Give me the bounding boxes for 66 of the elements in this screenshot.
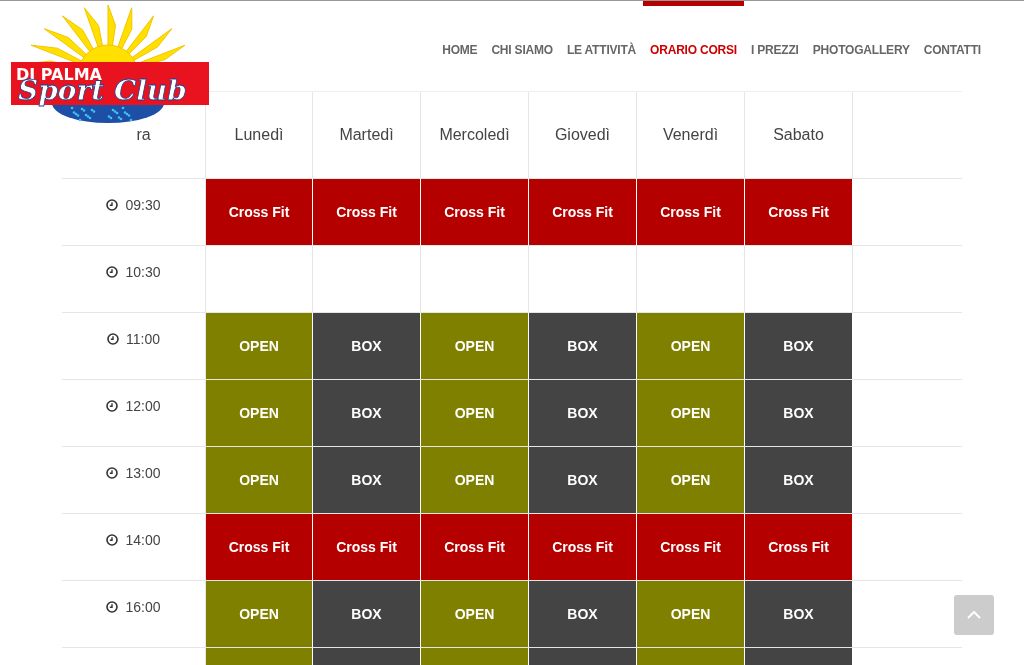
day-heading: Martedì bbox=[339, 126, 394, 144]
column-heading: ra bbox=[136, 126, 151, 144]
class-slot: BOX bbox=[529, 447, 637, 513]
class-slot: Cross Fit bbox=[637, 514, 745, 580]
class-slot: Cross Fit bbox=[745, 514, 853, 580]
day-heading: Venerdì bbox=[662, 126, 719, 144]
class-slot: BOX bbox=[745, 581, 853, 647]
nav-link[interactable]: CONTATTI bbox=[916, 1, 988, 54]
nav-link[interactable]: CHI SIAMO bbox=[484, 1, 560, 54]
class-slot: Cross Fit bbox=[421, 179, 529, 245]
clock-icon bbox=[106, 534, 119, 546]
class-slot: BOX bbox=[745, 380, 853, 446]
time-label: 14:00 bbox=[125, 532, 161, 548]
class-slot: BOX bbox=[745, 447, 853, 513]
class-slot: BOX bbox=[313, 581, 421, 647]
class-slot: OPEN bbox=[421, 313, 529, 379]
scroll-to-top-button[interactable] bbox=[954, 595, 994, 635]
nav-link[interactable]: HOME bbox=[435, 1, 485, 54]
class-slot: OPEN bbox=[637, 313, 745, 379]
class-slot: OPEN bbox=[637, 447, 745, 513]
class-slot: OPEN bbox=[421, 581, 529, 647]
time-label: 11:00 bbox=[126, 331, 160, 347]
clock-icon bbox=[107, 333, 119, 345]
class-slot: Cross Fit bbox=[205, 179, 313, 245]
day-heading: Sabato bbox=[773, 126, 824, 144]
day-heading: Lunedì bbox=[234, 126, 284, 144]
class-slot: OPEN bbox=[637, 380, 745, 446]
class-slot: Cross Fit bbox=[313, 179, 421, 245]
class-slot: BOX bbox=[313, 380, 421, 446]
day-heading: Giovedì bbox=[554, 126, 611, 144]
nav-link[interactable]: ORARIO CORSI bbox=[643, 1, 744, 54]
chevron-up-icon bbox=[967, 611, 981, 619]
nav-link[interactable]: LE ATTIVITÀ bbox=[559, 1, 644, 54]
time-label: 16:00 bbox=[125, 599, 161, 615]
class-slot: Cross Fit bbox=[529, 514, 637, 580]
class-slot: Cross Fit bbox=[637, 179, 745, 245]
nav-link[interactable]: PHOTOGALLERY bbox=[805, 1, 917, 54]
time-label: 12:00 bbox=[125, 398, 161, 414]
class-slot: BOX bbox=[313, 313, 421, 379]
nav-link[interactable]: I PREZZI bbox=[744, 1, 806, 54]
clock-icon bbox=[106, 601, 119, 613]
class-slot: OPEN bbox=[205, 313, 313, 379]
class-slot: Cross Fit bbox=[529, 179, 637, 245]
clock-icon bbox=[106, 199, 119, 211]
class-slot: OPEN bbox=[637, 581, 745, 647]
class-slot: OPEN bbox=[205, 447, 313, 513]
class-slot: OPEN bbox=[205, 581, 313, 647]
time-label: 09:30 bbox=[125, 197, 161, 213]
class-slot: Cross Fit bbox=[745, 179, 853, 245]
class-slot: BOX bbox=[745, 313, 853, 379]
class-slot: BOX bbox=[529, 380, 637, 446]
class-slot: Cross Fit bbox=[421, 514, 529, 580]
clock-icon bbox=[106, 467, 119, 479]
class-slot: Cross Fit bbox=[313, 514, 421, 580]
class-slot: Cross Fit bbox=[205, 514, 313, 580]
day-heading: Mercoledì bbox=[439, 126, 510, 144]
time-label: 13:00 bbox=[125, 465, 161, 481]
class-slot: BOX bbox=[529, 313, 637, 379]
time-label: 10:30 bbox=[125, 264, 161, 280]
class-slot: OPEN bbox=[205, 380, 313, 446]
clock-icon bbox=[106, 400, 119, 412]
class-slot: OPEN bbox=[421, 380, 529, 446]
class-slot: OPEN bbox=[421, 447, 529, 513]
class-slot: BOX bbox=[529, 581, 637, 647]
clock-icon bbox=[106, 266, 119, 278]
class-slot: BOX bbox=[313, 447, 421, 513]
